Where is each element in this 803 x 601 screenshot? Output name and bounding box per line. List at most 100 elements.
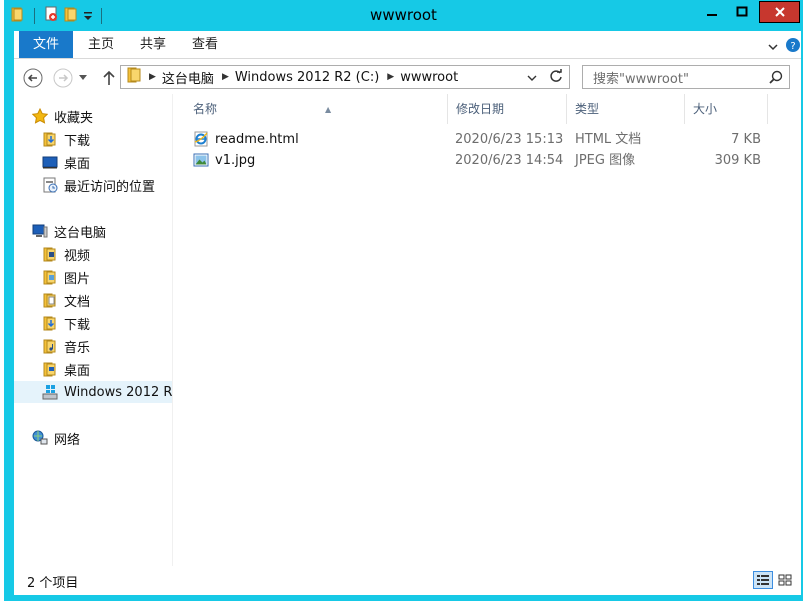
breadcrumb-separator-icon[interactable]: ▶ [149,72,156,82]
nav-pictures[interactable]: 图片 [42,266,90,288]
nav-drive-c-label: Windows 2012 R2 [64,384,173,400]
file-list: 名称 ▲ 修改日期 类型 大小 readme.html 2020/6/23 15… [173,94,801,566]
tab-view[interactable]: 查看 [180,31,230,58]
quick-access-toolbar [10,6,106,26]
nav-downloads-pc-label: 下载 [64,317,91,333]
video-folder-icon [42,246,58,262]
main-area: 收藏夹 下载 桌面 最近访问的位置 这台电脑 视频 图片 文档 下载 音乐 桌面… [14,94,801,566]
nav-videos-label: 视频 [64,248,91,264]
download-folder-icon [42,315,58,331]
expand-ribbon-icon[interactable] [767,38,779,57]
nav-favorites[interactable]: 收藏夹 [31,105,94,127]
navigation-pane[interactable]: 收藏夹 下载 桌面 最近访问的位置 这台电脑 视频 图片 文档 下载 音乐 桌面… [14,94,173,566]
tab-share[interactable]: 共享 [128,31,178,58]
close-button[interactable] [759,1,800,23]
star-icon [31,107,49,124]
nav-desktop-label: 桌面 [64,156,91,172]
help-icon[interactable]: ? [785,37,801,57]
nav-drive-c[interactable]: Windows 2012 R2 [14,381,172,403]
nav-favorites-label: 收藏夹 [54,110,94,126]
nav-downloads[interactable]: 下载 [42,128,90,150]
breadcrumb-this-pc[interactable]: 这台电脑 [162,68,214,87]
nav-documents-label: 文档 [64,294,91,310]
sort-ascending-icon: ▲ [325,105,332,114]
nav-desktop[interactable]: 桌面 [42,151,90,173]
tab-home[interactable]: 主页 [76,31,126,58]
address-dropdown-icon[interactable] [527,71,537,86]
nav-pictures-label: 图片 [64,271,91,287]
nav-documents[interactable]: 文档 [42,289,90,311]
nav-downloads-pc[interactable]: 下载 [42,312,90,334]
music-folder-icon [42,338,58,354]
pictures-folder-icon [42,269,58,285]
breadcrumb-drive[interactable]: Windows 2012 R2 (C:) [235,70,379,85]
back-arrow-icon [23,68,43,88]
maximize-icon [736,6,748,17]
file-row[interactable]: readme.html 2020/6/23 15:13 HTML 文档 7 KB [173,129,801,150]
download-folder-icon [42,131,58,147]
customize-toolbar-icon[interactable] [83,7,93,26]
file-type: HTML 文档 [575,132,642,147]
status-bar: 2 个项目 [14,566,801,595]
back-button[interactable] [22,67,44,89]
breadcrumb-separator-icon[interactable]: ▶ [387,72,394,82]
file-date: 2020/6/23 14:54 [455,153,564,168]
recent-locations-button[interactable] [76,67,90,89]
large-icons-view-icon [778,574,792,586]
image-file-icon [193,152,209,173]
column-header-name[interactable]: 名称 ▲ [185,94,448,124]
properties-icon[interactable] [43,6,59,26]
refresh-icon[interactable] [549,69,563,87]
nav-recent-places[interactable]: 最近访问的位置 [42,174,155,196]
large-icons-view-button[interactable] [775,571,795,589]
column-header-type[interactable]: 类型 [567,94,685,124]
search-icon[interactable] [769,70,783,88]
nav-videos[interactable]: 视频 [42,243,90,265]
column-header-size[interactable]: 大小 [685,94,768,124]
up-arrow-icon [103,70,115,85]
column-header-date[interactable]: 修改日期 [448,94,567,124]
column-header-name-label: 名称 [193,102,218,116]
nav-this-pc-label: 这台电脑 [54,225,107,241]
toolbar-separator [34,8,35,24]
file-name: readme.html [215,132,299,147]
nav-downloads-label: 下载 [64,133,91,149]
nav-network[interactable]: 网络 [32,427,80,449]
nav-network-label: 网络 [54,432,81,448]
nav-this-pc[interactable]: 这台电脑 [32,220,106,242]
forward-button[interactable] [52,67,74,89]
address-bar[interactable]: ▶ 这台电脑 ▶ Windows 2012 R2 (C:) ▶ wwwroot [120,65,570,89]
breadcrumb-separator-icon[interactable]: ▶ [222,72,229,82]
nav-desktop-pc[interactable]: 桌面 [42,358,90,380]
explorer-window: wwwroot 文件 主页 共享 查看 ? ▶ 这台电脑 ▶ Windows 2… [4,0,803,601]
toolbar-separator [101,8,102,24]
maximize-button[interactable] [727,1,757,23]
network-icon [32,430,48,446]
chevron-down-icon [79,75,87,80]
file-row[interactable]: v1.jpg 2020/6/23 14:54 JPEG 图像 309 KB [173,150,801,171]
tab-file[interactable]: 文件 [19,31,73,58]
breadcrumb-wwwroot[interactable]: wwwroot [400,70,458,85]
item-count: 2 个项目 [27,576,79,591]
title-bar[interactable]: wwwroot [4,0,803,31]
file-size: 7 KB [731,132,761,147]
file-name: v1.jpg [215,153,256,168]
nav-desktop-pc-label: 桌面 [64,363,91,379]
file-type: JPEG 图像 [575,153,636,168]
computer-icon [32,223,48,239]
details-view-icon [757,575,769,585]
nav-music[interactable]: 音乐 [42,335,90,357]
recent-places-icon [42,177,58,193]
new-folder-icon[interactable] [63,6,79,26]
windows-drive-icon [42,384,58,400]
folder-icon[interactable] [10,6,26,26]
file-date: 2020/6/23 15:13 [455,132,564,147]
documents-folder-icon [42,292,58,308]
nav-recent-places-label: 最近访问的位置 [64,179,156,195]
details-view-button[interactable] [753,571,773,589]
minimize-button[interactable] [697,1,727,23]
search-input[interactable]: 搜索"wwwroot" [582,65,790,89]
minimize-icon [707,14,717,16]
up-button[interactable] [98,67,120,89]
folder-icon [127,67,141,87]
